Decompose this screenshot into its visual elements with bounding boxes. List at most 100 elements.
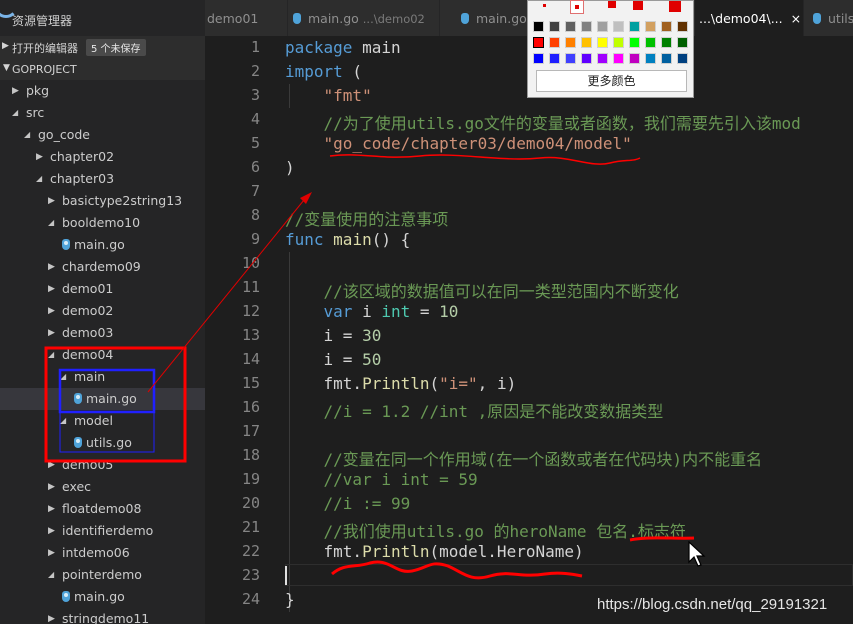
chevron-right-icon: ▶ [48, 284, 55, 294]
tree-folder-item[interactable]: ◢ main [0, 366, 205, 388]
color-swatch[interactable] [581, 21, 592, 32]
tree-folder-item[interactable]: ▶ chardemo09 [0, 256, 205, 278]
tree-folder-item[interactable]: ▶ demo01 [0, 278, 205, 300]
color-swatch[interactable] [629, 21, 640, 32]
code-line[interactable]: //我们使用utils.go 的heroName 包名.标志符 [285, 518, 686, 542]
tree-folder-item[interactable]: ▶ demo03 [0, 322, 205, 344]
tree-item-label: intdemo06 [62, 545, 130, 560]
color-swatch[interactable] [597, 21, 608, 32]
project-section[interactable]: ▼ GOPROJECT [0, 58, 205, 80]
pen-size-dot-large[interactable] [633, 1, 643, 10]
color-swatch[interactable] [549, 21, 560, 32]
tree-folder-item[interactable]: ▶ intdemo06 [0, 542, 205, 564]
color-swatch[interactable] [677, 53, 688, 64]
code-line[interactable]: //i := 99 [285, 494, 411, 513]
code-line[interactable]: "go_code/chapter03/demo04/model" [285, 134, 632, 153]
code-line[interactable]: i = 50 [285, 350, 382, 369]
code-line[interactable]: fmt.Println(model.HeroName) [285, 542, 584, 561]
color-swatch[interactable] [645, 21, 656, 32]
color-swatch[interactable] [629, 53, 640, 64]
chevron-right-icon: ▶ [48, 196, 55, 206]
color-swatch[interactable] [613, 21, 624, 32]
color-swatch[interactable] [597, 37, 608, 48]
tree-folder-item[interactable]: ▶ identifierdemo [0, 520, 205, 542]
pen-size-dot-small[interactable] [543, 4, 546, 7]
color-swatch[interactable] [565, 53, 576, 64]
tree-folder-item[interactable]: ▶ chapter02 [0, 146, 205, 168]
more-colors-button[interactable]: 更多颜色 [536, 70, 687, 92]
code-line[interactable]: //var i int = 59 [285, 470, 478, 489]
tree-file-item[interactable]: main.go [0, 586, 205, 608]
color-swatch[interactable] [661, 21, 672, 32]
tree-folder-item[interactable]: ◢ go_code [0, 124, 205, 146]
code-line[interactable]: } [285, 590, 295, 609]
chevron-right-icon: ▶ [48, 504, 55, 514]
color-swatch[interactable] [629, 37, 640, 48]
color-swatch[interactable] [565, 21, 576, 32]
code-line[interactable]: "fmt" [285, 86, 372, 105]
tab-demo01[interactable]: demo01 [205, 0, 288, 36]
code-line[interactable]: var i int = 10 [285, 302, 459, 321]
close-icon[interactable]: × [791, 11, 801, 26]
tab-main-go-demo02[interactable]: main.go ...\demo02 [287, 0, 440, 36]
code-line[interactable]: func main() { [285, 230, 410, 249]
code-token: main [352, 38, 401, 57]
tab-main-go-demo04[interactable]: ...\demo04\... × [695, 0, 804, 36]
color-swatch[interactable] [677, 21, 688, 32]
code-line[interactable]: //变量在同一个作用域(在一个函数或者在代码块)内不能重名 [285, 446, 763, 470]
color-swatch[interactable] [677, 37, 688, 48]
color-swatch[interactable] [645, 53, 656, 64]
color-swatch[interactable] [533, 37, 544, 48]
color-swatch[interactable] [661, 37, 672, 48]
color-swatch[interactable] [533, 21, 544, 32]
tree-item-label: basictype2string13 [62, 193, 183, 208]
code-token: = [410, 302, 440, 321]
color-swatch[interactable] [581, 53, 592, 64]
pen-size-dot-xlarge[interactable] [669, 1, 681, 12]
code-line[interactable]: package main [285, 38, 401, 57]
code-line[interactable]: import ( [285, 62, 362, 81]
color-swatch[interactable] [613, 37, 624, 48]
code-token: //为了使用utils.go文件的变量或者函数，我们需要先引入该mod [323, 114, 801, 133]
open-editors-section[interactable]: ▶ 打开的编辑器 5 个未保存 [0, 36, 205, 58]
tree-folder-item[interactable]: ▶ exec [0, 476, 205, 498]
tree-folder-item[interactable]: ▶ stringdemo11 [0, 608, 205, 624]
code-line[interactable]: //该区域的数据值可以在同一类型范围内不断变化 [285, 278, 679, 302]
color-swatch[interactable] [645, 37, 656, 48]
tree-folder-item[interactable]: ▶ pkg [0, 80, 205, 102]
code-line[interactable]: //i = 1.2 //int ,原因是不能改变数据类型 [285, 398, 664, 422]
tree-folder-item[interactable]: ▶ demo02 [0, 300, 205, 322]
tree-folder-item[interactable]: ◢ model [0, 410, 205, 432]
code-editor[interactable]: 1 package main 2 import (3 "fmt" 4 //为了使用uti… [205, 36, 853, 624]
tree-file-item[interactable]: utils.go [0, 432, 205, 454]
tree-file-item[interactable]: main.go [0, 388, 205, 410]
tree-folder-item[interactable]: ◢ src [0, 102, 205, 124]
tree-file-item[interactable]: main.go [0, 234, 205, 256]
pen-size-dot-selected[interactable] [570, 0, 584, 14]
code-line[interactable]: //变量使用的注意事项 [285, 206, 448, 230]
tree-folder-item[interactable]: ▶ demo05 [0, 454, 205, 476]
tree-folder-item[interactable]: ▶ basictype2string13 [0, 190, 205, 212]
tree-folder-item[interactable]: ◢ chapter03 [0, 168, 205, 190]
tree-folder-item[interactable]: ▶ floatdemo08 [0, 498, 205, 520]
pen-size-dot-medium[interactable] [608, 1, 616, 8]
tree-folder-item[interactable]: ◢ pointerdemo [0, 564, 205, 586]
code-line[interactable]: i = 30 [285, 326, 382, 345]
color-swatch[interactable] [597, 53, 608, 64]
color-swatch[interactable] [565, 37, 576, 48]
color-swatch[interactable] [661, 53, 672, 64]
tab-utils[interactable]: utils [803, 0, 853, 36]
go-file-icon [293, 13, 301, 24]
code-line[interactable]: //为了使用utils.go文件的变量或者函数，我们需要先引入该mod [285, 110, 801, 134]
tree-folder-item[interactable]: ◢ demo04 [0, 344, 205, 366]
code-line[interactable]: fmt.Println("i=", i) [285, 374, 517, 393]
chevron-down-icon: ◢ [60, 416, 67, 425]
color-swatch[interactable] [549, 37, 560, 48]
color-swatch[interactable] [549, 53, 560, 64]
color-swatch[interactable] [533, 53, 544, 64]
tree-folder-item[interactable]: ◢ booldemo10 [0, 212, 205, 234]
code-line[interactable]: ) [285, 158, 295, 177]
color-swatch[interactable] [581, 37, 592, 48]
color-swatch[interactable] [613, 53, 624, 64]
